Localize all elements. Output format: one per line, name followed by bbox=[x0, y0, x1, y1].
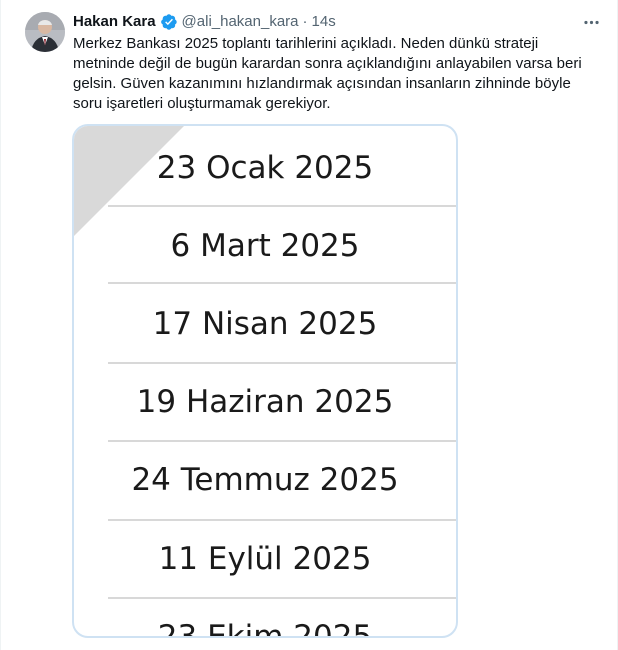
date-item: 17 Nisan 2025 bbox=[152, 305, 378, 342]
image-content: 23 Ocak 2025 6 Mart 2025 17 Nisan 2025 1… bbox=[74, 126, 456, 636]
date-item: 6 Mart 2025 bbox=[170, 227, 360, 264]
tweet-image[interactable]: 23 Ocak 2025 6 Mart 2025 17 Nisan 2025 1… bbox=[72, 124, 458, 638]
verified-badge-icon[interactable] bbox=[160, 13, 178, 31]
date-item: 19 Haziran 2025 bbox=[136, 383, 394, 420]
more-horizontal-icon[interactable] bbox=[579, 10, 603, 34]
tweet[interactable]: Hakan Kara @ali_hakan_kara · 14s Merkez … bbox=[0, 0, 618, 650]
timestamp[interactable]: 14s bbox=[312, 12, 336, 32]
author-handle[interactable]: @ali_hakan_kara bbox=[182, 12, 299, 32]
date-item: 11 Eylül 2025 bbox=[158, 540, 372, 577]
separator: · bbox=[302, 13, 308, 30]
avatar[interactable] bbox=[25, 12, 65, 52]
date-item: 24 Temmuz 2025 bbox=[131, 461, 399, 498]
tweet-text: Merkez Bankası 2025 toplantı tarihlerini… bbox=[73, 35, 582, 112]
tweet-header: Hakan Kara @ali_hakan_kara · 14s bbox=[73, 12, 601, 32]
date-item: 23 Ekim 2025 bbox=[157, 618, 373, 638]
date-item: 23 Ocak 2025 bbox=[156, 149, 374, 186]
author-name[interactable]: Hakan Kara bbox=[73, 12, 156, 32]
